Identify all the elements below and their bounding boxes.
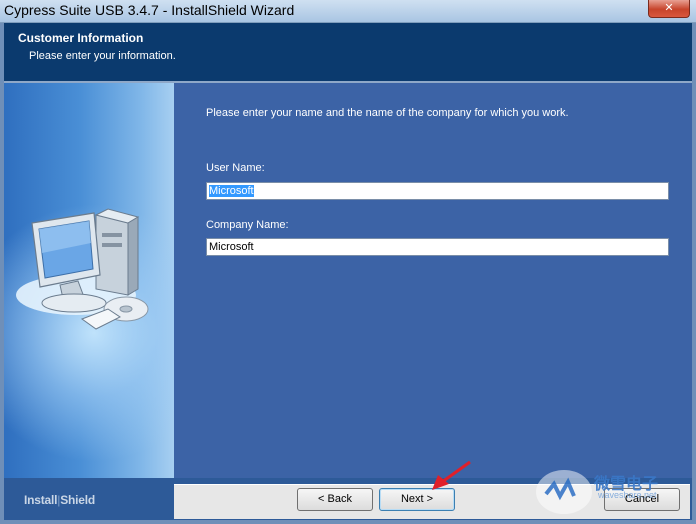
watermark-logo-icon	[536, 470, 592, 514]
close-button[interactable]: ✕	[648, 0, 690, 18]
page-title: Customer Information	[18, 31, 144, 45]
intro-text: Please enter your name and the name of t…	[206, 107, 569, 119]
main-content: Please enter your name and the name of t…	[174, 83, 692, 478]
company-name-value: Microsoft	[209, 241, 254, 253]
installshield-logo: Install|Shield	[24, 493, 95, 507]
brand-shield: Shield	[60, 493, 96, 507]
watermark-url: waveshare.net	[598, 490, 657, 500]
user-name-input[interactable]: Microsoft	[206, 182, 669, 200]
window-title: Cypress Suite USB 3.4.7 - InstallShield …	[4, 2, 295, 18]
window-titlebar: Cypress Suite USB 3.4.7 - InstallShield …	[0, 0, 696, 23]
user-name-label: User Name:	[206, 162, 265, 174]
user-name-value: Microsoft	[209, 185, 254, 197]
next-button[interactable]: Next >	[379, 488, 455, 511]
watermark: 微雪电子 waveshare.net	[534, 462, 694, 520]
close-icon: ✕	[664, 2, 674, 14]
page-subtitle: Please enter your information.	[29, 50, 176, 62]
back-button[interactable]: < Back	[297, 488, 373, 511]
header-banner: Customer Information Please enter your i…	[4, 23, 692, 81]
company-name-label: Company Name:	[206, 219, 289, 231]
computer-icon	[16, 208, 149, 330]
wizard-art-panel	[4, 83, 174, 478]
company-name-input[interactable]: Microsoft	[206, 238, 669, 256]
brand-install: Install	[24, 493, 58, 507]
